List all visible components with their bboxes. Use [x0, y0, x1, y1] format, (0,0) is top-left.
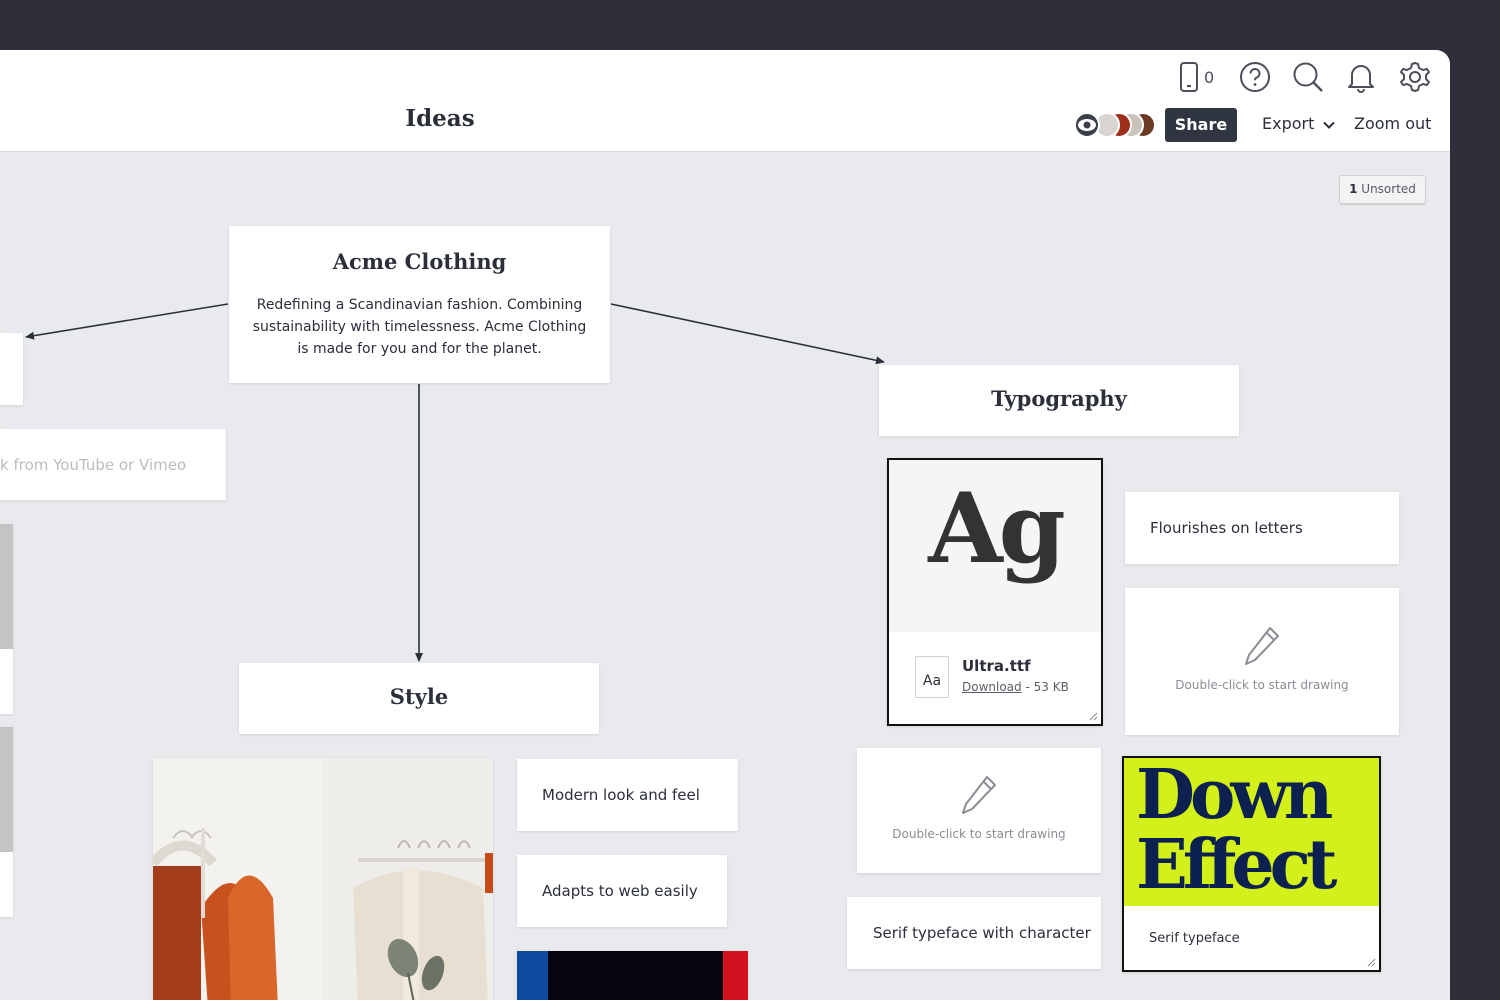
- share-button[interactable]: Share: [1165, 108, 1237, 142]
- eye-icon: [1078, 119, 1096, 131]
- mobile-device-icon[interactable]: [1178, 61, 1200, 93]
- video-embed-card[interactable]: k from YouTube or Vimeo: [0, 429, 226, 500]
- image-caption: Serif typeface: [1149, 931, 1240, 946]
- poster-image: Down Effect: [1124, 758, 1379, 906]
- chevron-down-icon: [1323, 121, 1336, 129]
- poster-image-card[interactable]: Down Effect Serif typeface: [1122, 756, 1381, 972]
- file-icon: Aa: [915, 656, 949, 698]
- unsorted-label: Unsorted: [1361, 182, 1416, 196]
- file-size: - 53 KB: [1021, 680, 1069, 694]
- offscreen-card[interactable]: [0, 333, 23, 405]
- collaborator-avatars[interactable]: [1074, 112, 1158, 138]
- drawing-hint: Double-click to start drawing: [1175, 678, 1349, 692]
- style-card[interactable]: Style: [239, 663, 599, 734]
- resize-handle-icon[interactable]: [1088, 711, 1098, 721]
- file-meta: Download - 53 KB: [962, 680, 1069, 694]
- device-count: 0: [1204, 68, 1215, 87]
- card-body: Redefining a Scandinavian fashion. Combi…: [252, 297, 587, 357]
- unsorted-count: 1: [1349, 182, 1358, 196]
- clothing-rack-photo: [153, 758, 493, 1000]
- acme-clothing-card[interactable]: Acme Clothing Redefining a Scandinavian …: [229, 226, 610, 383]
- note-text: Modern look and feel: [542, 786, 700, 804]
- card-title: Typography: [991, 386, 1127, 411]
- note-text: Adapts to web easily: [542, 882, 698, 900]
- offscreen-image-card[interactable]: [0, 524, 13, 714]
- video-link-placeholder[interactable]: k from YouTube or Vimeo: [0, 456, 186, 474]
- font-preview: Ag: [889, 460, 1101, 632]
- pencil-icon: [962, 776, 996, 814]
- typography-card[interactable]: Typography: [879, 365, 1239, 436]
- card-title: Acme Clothing: [332, 249, 507, 274]
- drawing-hint: Double-click to start drawing: [892, 827, 1066, 841]
- color-swatch-card[interactable]: [517, 951, 748, 1000]
- sketch-card[interactable]: Double-click to start drawing: [857, 748, 1101, 873]
- poster-line-1: Down: [1136, 758, 1333, 835]
- swatch-black: [548, 951, 723, 1000]
- board-title[interactable]: Ideas: [360, 105, 520, 132]
- note-card[interactable]: Modern look and feel: [517, 759, 738, 831]
- note-text: Serif typeface with character: [873, 924, 1091, 942]
- search-icon[interactable]: [1292, 61, 1324, 93]
- note-text: Flourishes on letters: [1150, 519, 1303, 537]
- file-type-label: Aa: [922, 673, 942, 689]
- swatch-red: [723, 951, 748, 1000]
- unsorted-badge[interactable]: 1 Unsorted: [1339, 175, 1426, 204]
- note-card[interactable]: Flourishes on letters: [1125, 492, 1399, 564]
- note-card[interactable]: Adapts to web easily: [517, 855, 727, 927]
- clothing-photo-card[interactable]: [153, 758, 493, 1000]
- image-thumbnail: [0, 727, 13, 852]
- export-label: Export: [1262, 114, 1315, 133]
- board-window: Ideas 0 Share Export Zoom out 1 Unsorted…: [0, 50, 1450, 1000]
- bell-icon[interactable]: [1346, 61, 1376, 93]
- file-name: Ultra.ttf: [962, 657, 1031, 675]
- font-file-card[interactable]: Ag Aa Ultra.ttf Download - 53 KB: [887, 458, 1103, 726]
- sketch-card[interactable]: Double-click to start drawing: [1125, 588, 1399, 735]
- note-card[interactable]: Serif typeface with character: [847, 897, 1101, 969]
- top-bar: Ideas 0 Share Export Zoom out: [0, 50, 1450, 152]
- card-title: Style: [389, 684, 449, 709]
- connector-left: [25, 303, 229, 340]
- connector-typography: [610, 303, 885, 365]
- font-preview-glyphs: Ag: [928, 472, 1066, 585]
- help-icon[interactable]: [1239, 61, 1271, 93]
- settings-icon[interactable]: [1398, 60, 1432, 94]
- pencil-icon: [1245, 627, 1279, 665]
- download-link[interactable]: Download: [962, 680, 1022, 694]
- poster-line-2: Effect: [1136, 825, 1337, 905]
- resize-handle-icon[interactable]: [1366, 957, 1376, 967]
- zoom-out-button[interactable]: Zoom out: [1354, 114, 1431, 133]
- offscreen-image-card[interactable]: [0, 727, 13, 917]
- swatch-blue: [517, 951, 548, 1000]
- image-thumbnail: [0, 524, 13, 649]
- export-dropdown[interactable]: Export: [1262, 114, 1336, 133]
